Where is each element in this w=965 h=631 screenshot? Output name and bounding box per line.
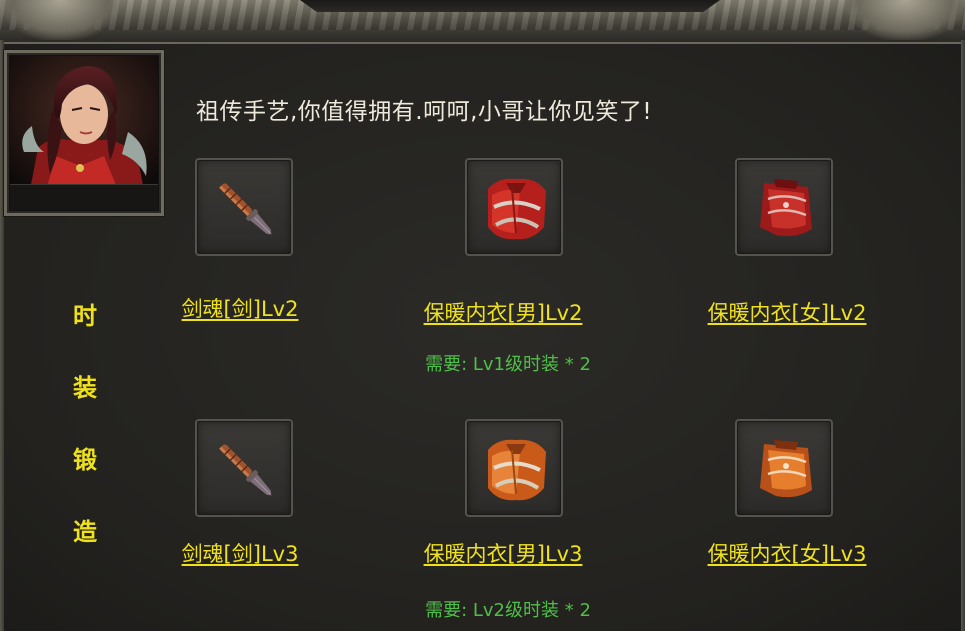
item-slot[interactable] [195, 158, 293, 256]
item-link[interactable]: 保暖内衣[男]Lv2 [373, 297, 633, 327]
item-link[interactable]: 保暖内衣[女]Lv2 [657, 297, 917, 327]
forging-panel: 祖传手艺,你值得拥有.呵呵,小哥让你见笑了! 时 装 锻 造 剑魂[剑]Lv2 [0, 0, 965, 631]
npc-portrait-image [10, 56, 158, 190]
item-slot[interactable] [735, 158, 833, 256]
requirement-text: 需要: Lv1级时装 * 2 [425, 354, 591, 375]
frame-right [961, 40, 965, 631]
portrait-name-bar [10, 184, 158, 210]
male-underwear-orange-icon [488, 439, 546, 501]
sword-icon [219, 444, 272, 496]
item-link[interactable]: 剑魂[剑]Lv2 [110, 293, 370, 323]
item-slot[interactable] [735, 419, 833, 517]
female-underwear-orange-icon [760, 440, 812, 498]
frame-ornament [0, 0, 120, 40]
item-slot[interactable] [195, 419, 293, 517]
title-char: 时 [73, 302, 97, 330]
frame-ornament [845, 0, 965, 40]
title-char: 造 [73, 518, 97, 546]
item-link[interactable]: 保暖内衣[男]Lv3 [373, 538, 633, 568]
title-char: 装 [73, 374, 97, 402]
sword-icon [219, 183, 272, 235]
male-underwear-red-icon [488, 178, 546, 240]
forge-title: 时 装 锻 造 [70, 298, 100, 586]
top-frame [0, 0, 965, 44]
npc-dialog-text: 祖传手艺,你值得拥有.呵呵,小哥让你见笑了! [196, 99, 653, 125]
requirement-text: 需要: Lv2级时装 * 2 [425, 600, 591, 621]
title-char: 锻 [73, 446, 97, 474]
item-slot[interactable] [465, 158, 563, 256]
female-underwear-red-icon [760, 179, 812, 237]
npc-portrait [4, 50, 164, 216]
item-slot[interactable] [465, 419, 563, 517]
item-link[interactable]: 剑魂[剑]Lv3 [110, 538, 370, 568]
item-link[interactable]: 保暖内衣[女]Lv3 [657, 538, 917, 568]
